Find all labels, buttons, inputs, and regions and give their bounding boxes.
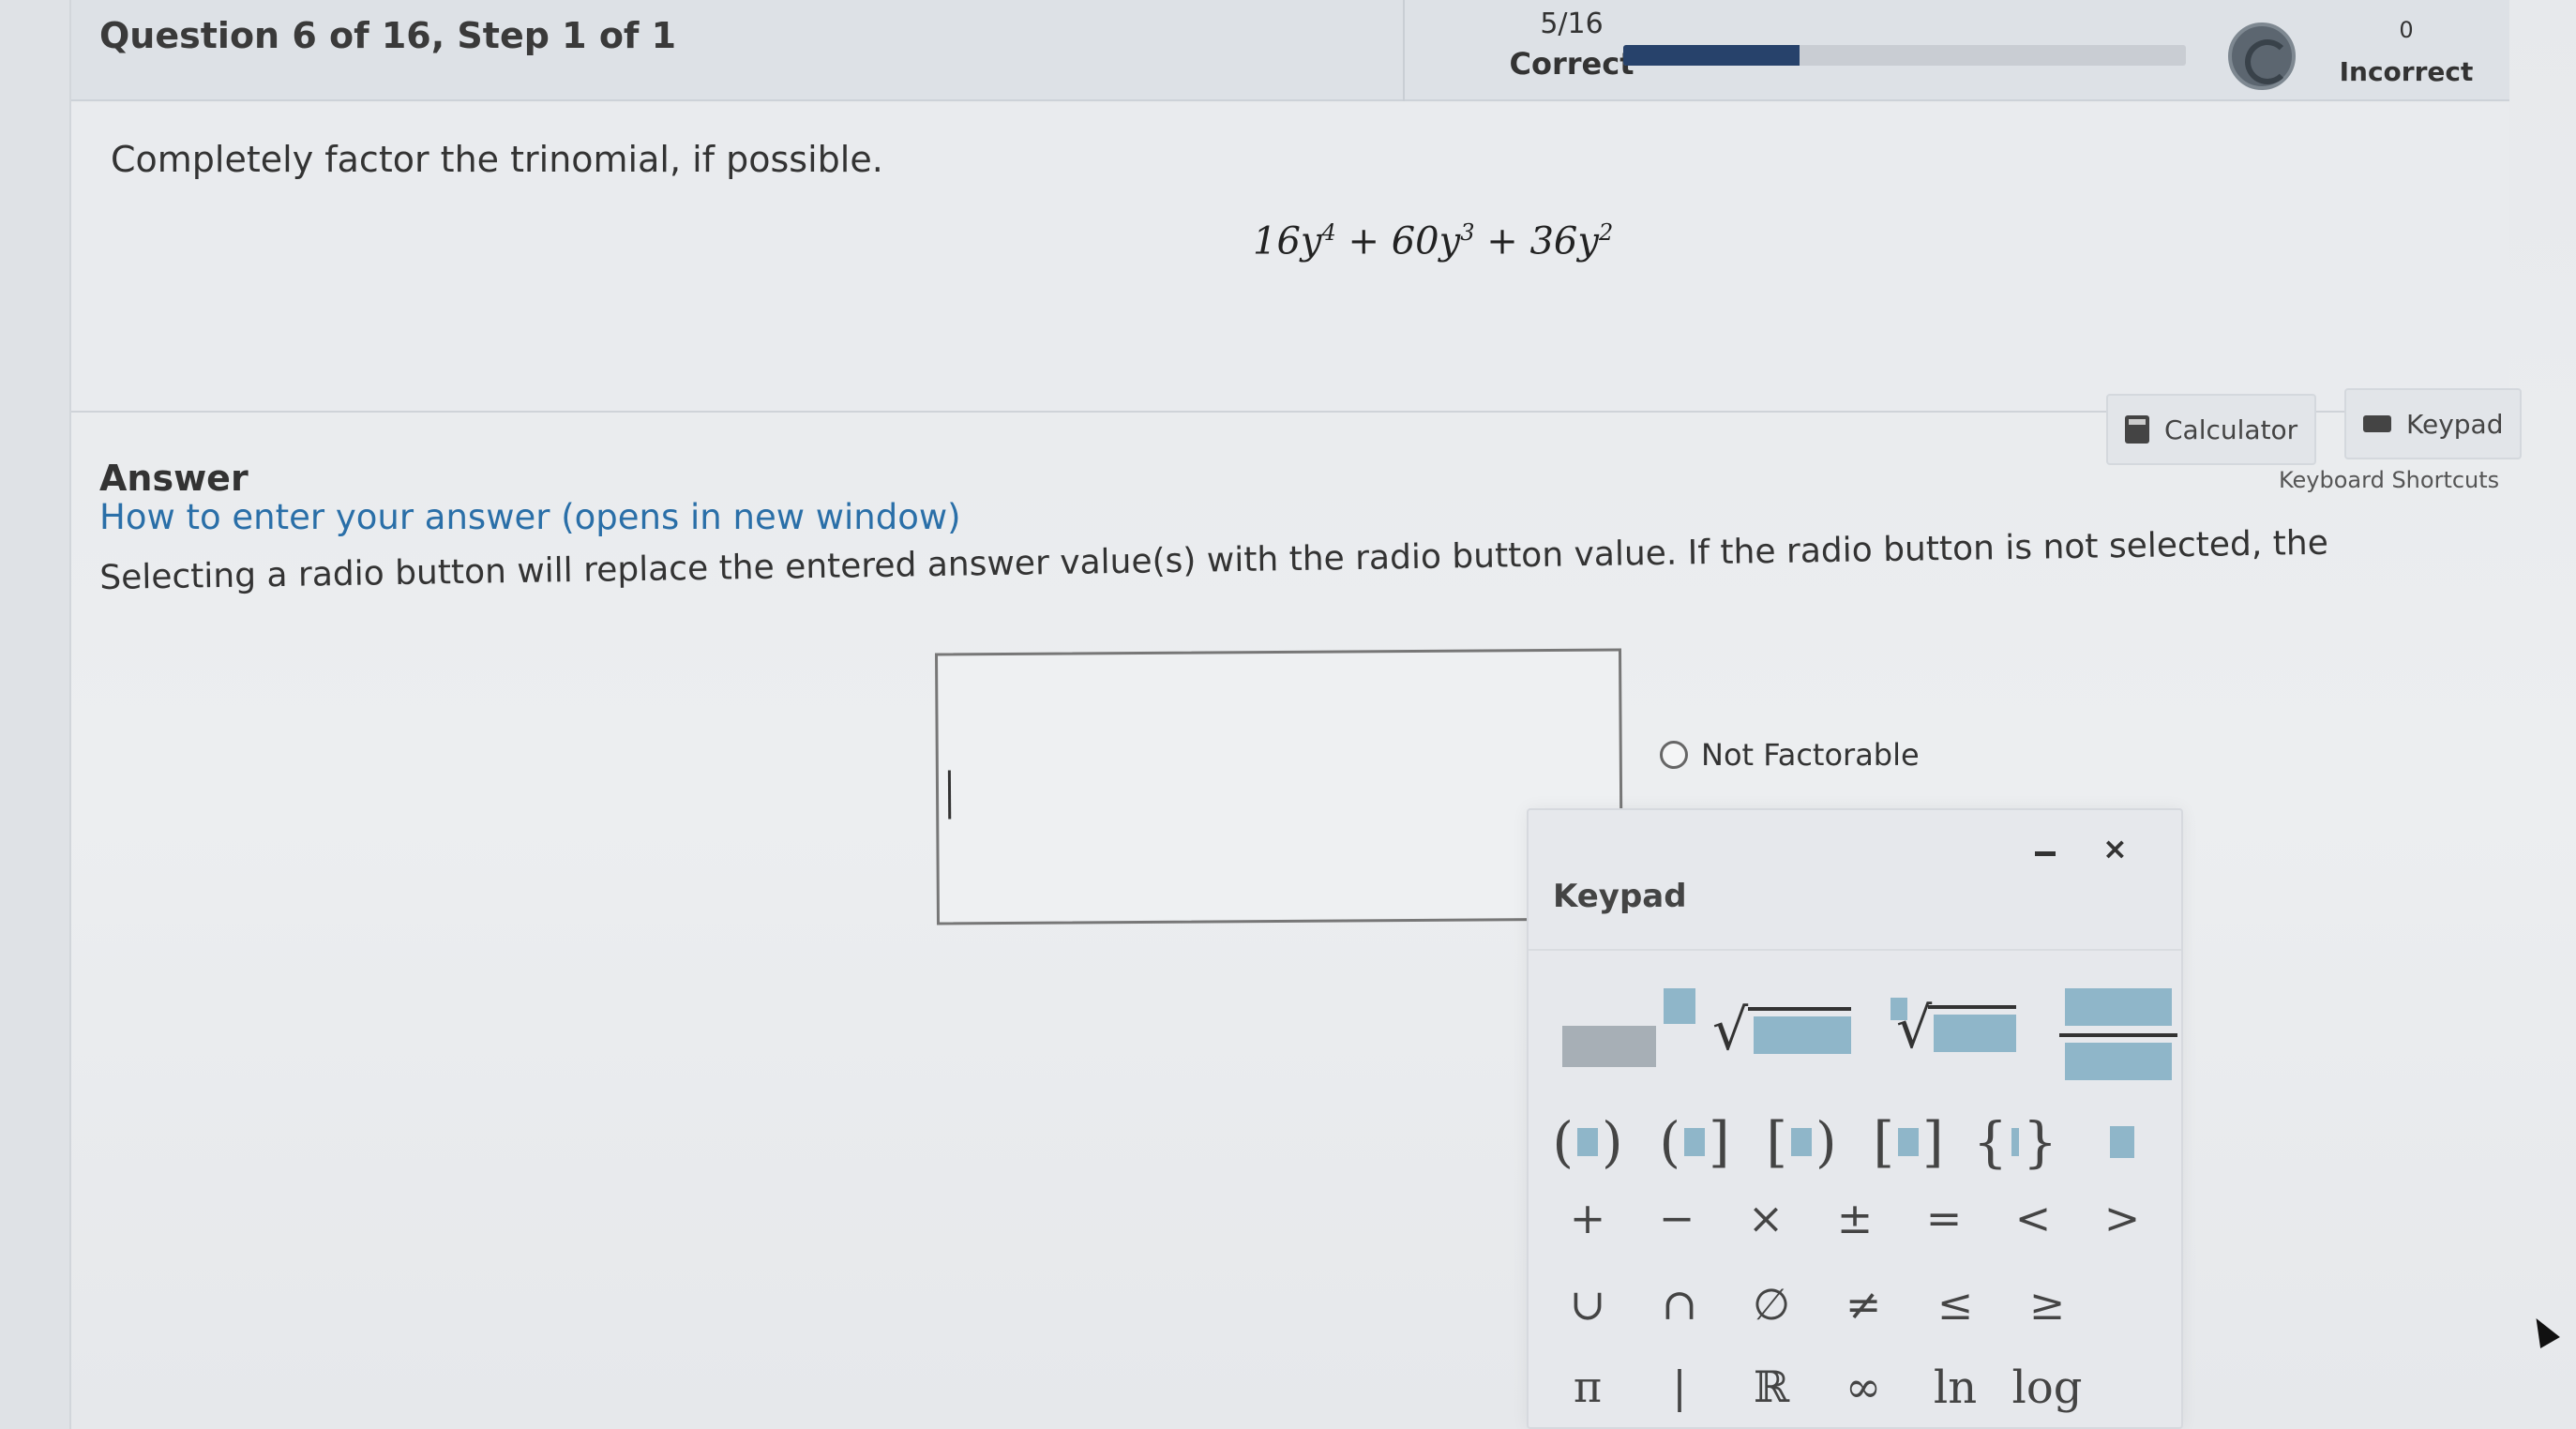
- plus-minus-key[interactable]: ±: [1813, 1193, 1897, 1243]
- keypad-templates-row: √ √: [1562, 988, 2177, 1080]
- minus-key[interactable]: −: [1634, 1193, 1719, 1243]
- answer-input[interactable]: [934, 648, 1624, 925]
- ln-key[interactable]: ln: [1913, 1361, 1997, 1414]
- open-closed-interval-key[interactable]: (]: [1652, 1110, 1737, 1174]
- not-factorable-radio[interactable]: [1660, 741, 1688, 769]
- question-prompt: Completely factor the trinomial, if poss…: [111, 139, 883, 180]
- numerator-slot: [2065, 988, 2172, 1026]
- exponent-base-slot: [1562, 1026, 1656, 1067]
- question-title: Question 6 of 16, Step 1 of 1: [99, 15, 677, 56]
- bracket-slot: [1577, 1128, 1598, 1156]
- how-to-enter-link[interactable]: How to enter your answer (opens in new w…: [99, 497, 961, 537]
- denominator-slot: [2065, 1043, 2172, 1080]
- expr-term-3: + 36y: [1474, 219, 1599, 263]
- bracket-slot: [1684, 1128, 1705, 1156]
- pi-key[interactable]: π: [1545, 1361, 1630, 1414]
- incorrect-display: 0 Incorrect: [2322, 17, 2491, 87]
- calculator-button[interactable]: Calculator: [2106, 394, 2317, 465]
- text-caret: [947, 770, 952, 820]
- closed-open-interval-key[interactable]: [): [1759, 1110, 1844, 1174]
- keypad-operators-row: + − × ± = < >: [1545, 1193, 2164, 1243]
- radical-bar: [1748, 1007, 1851, 1011]
- incorrect-indicator-icon: [2228, 23, 2296, 90]
- equals-key[interactable]: =: [1902, 1193, 1986, 1243]
- less-than-key[interactable]: <: [1991, 1193, 2075, 1243]
- square-root-icon: √: [1712, 998, 1749, 1063]
- union-key[interactable]: ∪: [1545, 1279, 1630, 1330]
- expr-term-2: + 60y: [1335, 219, 1461, 263]
- subscript-slot: [2110, 1126, 2134, 1158]
- calculator-label: Calculator: [2164, 414, 2298, 445]
- minimize-icon[interactable]: [2035, 851, 2056, 856]
- keypad-sets-row: ∪ ∩ ∅ ≠ ≤ ≥: [1545, 1279, 2089, 1330]
- keypad-brackets-row: () (] [) [] {}: [1545, 1110, 2164, 1174]
- fraction-bar: [2059, 1033, 2177, 1037]
- bracket-slot: [2011, 1128, 2020, 1156]
- app-window: Question 6 of 16, Step 1 of 1 5/16 Corre…: [0, 0, 2576, 1429]
- intersection-key[interactable]: ∩: [1637, 1279, 1722, 1330]
- bracket-slot: [1898, 1128, 1919, 1156]
- not-factorable-option[interactable]: Not Factorable: [1660, 737, 1920, 773]
- question-panel: Completely factor the trinomial, if poss…: [71, 103, 2509, 413]
- greater-equal-key[interactable]: ≥: [2005, 1279, 2089, 1330]
- keyboard-icon: [2363, 415, 2391, 432]
- nth-radicand-slot: [1934, 1015, 2016, 1052]
- incorrect-label: Incorrect: [2339, 56, 2474, 87]
- square-root-key[interactable]: √: [1712, 988, 1862, 1073]
- curly-braces-key[interactable]: {}: [1973, 1110, 2057, 1174]
- trinomial-expression: 16y4 + 60y3 + 36y2: [1253, 219, 1613, 263]
- plus-key[interactable]: +: [1545, 1193, 1630, 1243]
- absolute-value-key[interactable]: |: [1637, 1361, 1722, 1414]
- not-factorable-label: Not Factorable: [1701, 737, 1920, 773]
- keypad-toggle-button[interactable]: Keypad: [2344, 388, 2523, 459]
- keyboard-shortcuts-link[interactable]: Keyboard Shortcuts: [2279, 467, 2499, 493]
- incorrect-count: 0: [2399, 17, 2414, 43]
- mouse-pointer-icon: [2526, 1313, 2560, 1348]
- log-key[interactable]: log: [2005, 1361, 2089, 1414]
- nth-radical-bar: [1928, 1005, 2016, 1009]
- fraction-key[interactable]: [2059, 988, 2181, 1082]
- expr-term-1: 16y: [1253, 219, 1322, 263]
- nth-root-key[interactable]: √: [1891, 988, 2031, 1073]
- empty-set-key[interactable]: ∅: [1729, 1279, 1814, 1330]
- expr-exp-1: 4: [1321, 219, 1336, 246]
- keypad-header: Keypad ×: [1529, 810, 2181, 951]
- close-icon[interactable]: ×: [2102, 831, 2128, 866]
- radicand-slot: [1754, 1016, 1851, 1054]
- parentheses-key[interactable]: (): [1545, 1110, 1630, 1174]
- keypad-toggle-label: Keypad: [2406, 408, 2504, 440]
- bracket-slot: [1791, 1128, 1812, 1156]
- nth-root-icon: √: [1896, 996, 1933, 1061]
- subscript-key[interactable]: [2080, 1110, 2164, 1174]
- greater-than-key[interactable]: >: [2080, 1193, 2164, 1243]
- less-equal-key[interactable]: ≤: [1913, 1279, 1997, 1330]
- exponent-power-slot: [1664, 988, 1695, 1024]
- expr-exp-3: 2: [1598, 219, 1614, 246]
- answer-heading: Answer: [99, 458, 249, 499]
- progress-fill: [1623, 45, 1800, 66]
- real-numbers-key[interactable]: ℝ: [1729, 1361, 1814, 1414]
- left-margin: [0, 0, 71, 1429]
- exponent-key[interactable]: [1562, 988, 1695, 1073]
- question-header: Question 6 of 16, Step 1 of 1 5/16 Corre…: [71, 0, 2509, 101]
- square-brackets-key[interactable]: []: [1866, 1110, 1951, 1174]
- expr-exp-2: 3: [1460, 219, 1475, 246]
- infinity-key[interactable]: ∞: [1821, 1361, 1906, 1414]
- times-key[interactable]: ×: [1724, 1193, 1808, 1243]
- keypad-title: Keypad: [1553, 878, 1687, 915]
- keypad-panel: Keypad × √ √ () (] [) [] {} + − × ±…: [1527, 808, 2183, 1429]
- keypad-misc-row: π | ℝ ∞ ln log: [1545, 1361, 2089, 1414]
- score-fraction: 5/16: [1540, 8, 1604, 40]
- calculator-icon: [2125, 415, 2149, 444]
- not-equal-key[interactable]: ≠: [1821, 1279, 1906, 1330]
- header-divider: [1403, 0, 1405, 101]
- progress-bar: [1623, 45, 2186, 66]
